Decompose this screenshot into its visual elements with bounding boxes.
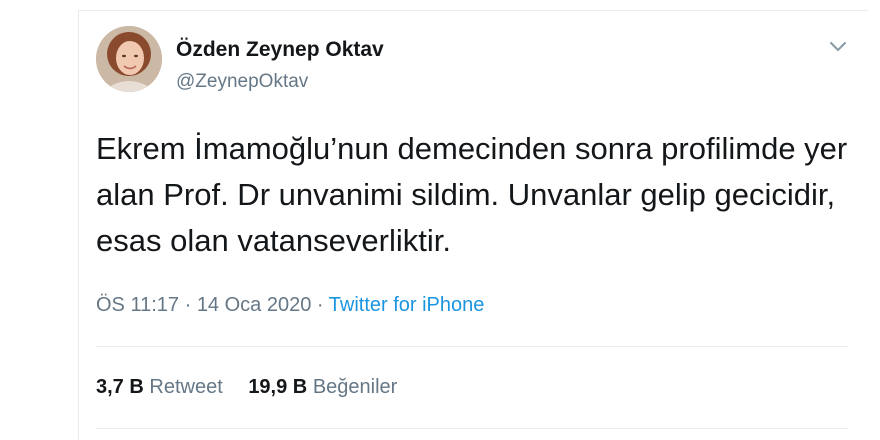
retweets-count: 3,7 B [96, 376, 144, 398]
display-name[interactable]: Özden Zeynep Oktav [176, 38, 384, 62]
meta-separator: · [179, 294, 197, 316]
tweet-source-link[interactable]: Twitter for iPhone [329, 294, 485, 316]
divider [96, 428, 848, 429]
tweet-time[interactable]: ÖS 11:17 [96, 294, 179, 316]
retweets-label: Retweet [149, 376, 223, 398]
divider [96, 346, 848, 347]
profile-photo-icon [96, 26, 162, 92]
chevron-down-icon[interactable] [826, 36, 850, 56]
likes-stat[interactable]: 19,9 B Beğeniler [248, 374, 397, 400]
retweets-stat[interactable]: 3,7 B Retweet [96, 374, 223, 400]
handle[interactable]: @ZeynepOktav [176, 71, 308, 93]
tweet-date[interactable]: 14 Oca 2020 [197, 294, 312, 316]
meta-separator: · [311, 294, 329, 316]
tweet-meta: ÖS 11:17 · 14 Oca 2020 · Twitter for iPh… [96, 292, 484, 318]
likes-label: Beğeniler [312, 376, 398, 398]
tweet-stats: 3,7 B Retweet 19,9 B Beğeniler [96, 374, 417, 400]
likes-count: 19,9 B [248, 376, 308, 398]
avatar[interactable] [96, 26, 162, 92]
tweet-text: Ekrem İmamoğlu’nun demecinden sonra prof… [96, 131, 848, 258]
